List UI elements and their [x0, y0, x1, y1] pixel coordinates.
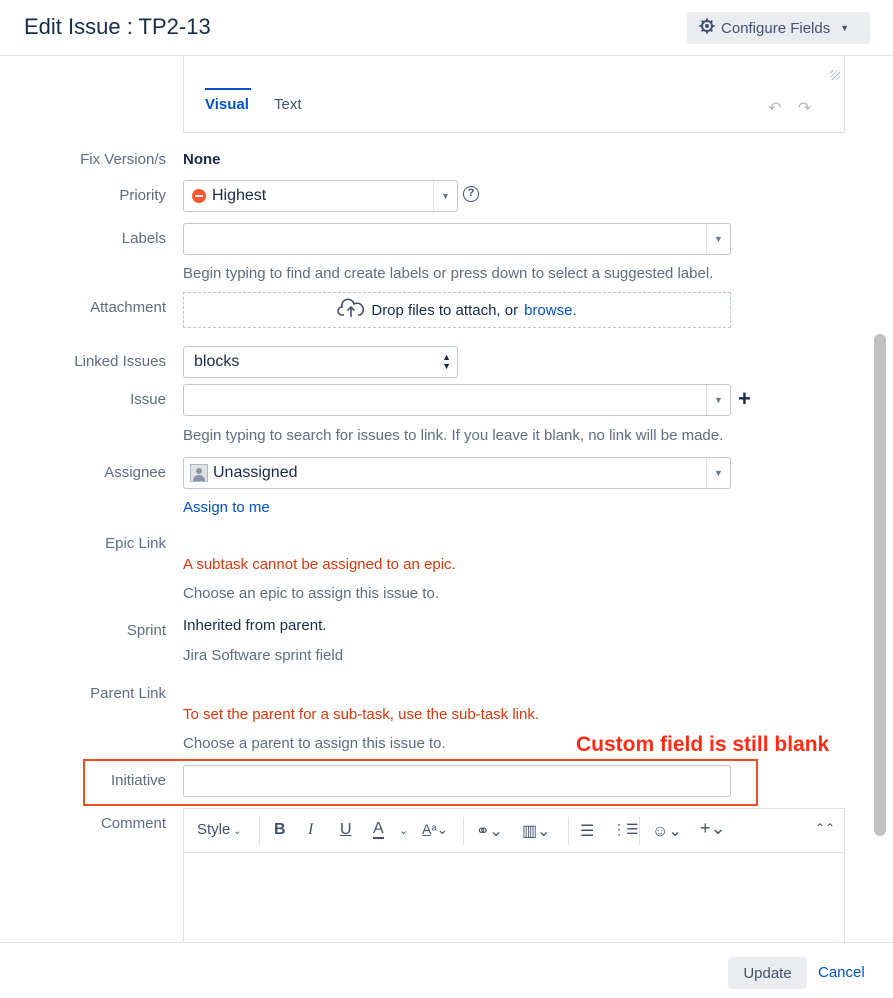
dialog-footer: Update Cancel [0, 942, 893, 998]
tab-visual[interactable]: Visual [205, 96, 249, 113]
issue-hint: Begin typing to search for issues to lin… [183, 427, 724, 444]
linked-issues-select[interactable]: blocks ▲ ▼ [183, 346, 458, 378]
issue-label: Issue [130, 391, 166, 408]
comment-label: Comment [100, 815, 166, 832]
insert-more-icon[interactable]: +⌄ [700, 818, 726, 839]
sprint-value: Inherited from parent. [183, 617, 327, 634]
toolbar-divider [259, 817, 260, 845]
description-editor[interactable]: Visual Text ↶ ↷ [183, 56, 845, 133]
scrollbar-thumb[interactable] [874, 334, 886, 836]
epic-link-hint: Choose an epic to assign this issue to. [183, 585, 439, 602]
chevron-down-icon[interactable]: ▼ [706, 385, 730, 415]
epic-link-error: A subtask cannot be assigned to an epic. [183, 556, 456, 573]
dialog-title: Edit Issue : TP2-13 [24, 14, 211, 39]
emoji-icon[interactable]: ☺⌄ [652, 821, 682, 841]
cloud-upload-icon [337, 298, 365, 322]
numbered-list-icon[interactable]: ⋮☰ [612, 821, 639, 838]
attachment-icon[interactable]: ▥⌄ [522, 821, 551, 841]
attachment-label: Attachment [90, 299, 166, 316]
chevron-down-icon[interactable]: ▼ [706, 224, 730, 254]
fix-version-value: None [183, 151, 221, 168]
tab-text[interactable]: Text [274, 96, 302, 113]
bold-icon[interactable]: B [274, 821, 286, 839]
epic-link-label: Epic Link [105, 535, 166, 552]
cancel-link[interactable]: Cancel [818, 964, 865, 981]
resize-handle[interactable] [830, 70, 840, 80]
link-icon[interactable]: ⚭⌄ [476, 821, 503, 841]
configure-fields-button[interactable]: Configure Fields ▼ [687, 12, 870, 44]
assignee-value: Unassigned [213, 464, 298, 481]
add-issue-link-button[interactable]: + [738, 386, 751, 412]
linked-issues-label: Linked Issues [74, 353, 166, 370]
priority-value: Highest [212, 187, 267, 204]
toolbar-divider [568, 817, 569, 845]
initiative-label: Initiative [110, 772, 166, 789]
issue-input[interactable]: ▼ [183, 384, 731, 416]
underline-icon[interactable]: U [340, 821, 352, 839]
select-arrows-icon: ▲ ▼ [442, 352, 451, 371]
sprint-label: Sprint [126, 622, 166, 639]
toolbar-divider [463, 817, 464, 845]
collapse-toolbar-icon[interactable]: ⌃⌃ [815, 821, 835, 835]
comment-editor[interactable]: Style ⌄ B I U A ⌄ A̲ᵃ⌄ ⚭⌄ ▥⌄ ☰ ⋮☰ ☺⌄ +⌄ … [183, 808, 845, 948]
priority-select[interactable]: Highest ▼ [183, 180, 458, 212]
avatar-icon [190, 464, 208, 482]
parent-link-label: Parent Link [90, 685, 166, 702]
chevron-down-icon: ▼ [840, 23, 850, 33]
style-label: Style [197, 821, 231, 838]
priority-label: Priority [119, 187, 166, 204]
assignee-label: Assignee [104, 464, 166, 481]
initiative-input[interactable] [183, 765, 731, 797]
fix-version-label: Fix Version/s [80, 151, 166, 168]
bullet-list-icon[interactable]: ☰ [580, 821, 594, 841]
attachment-dropzone[interactable]: Drop files to attach, or browse. [183, 292, 731, 328]
comment-toolbar: Style ⌄ B I U A ⌄ A̲ᵃ⌄ ⚭⌄ ▥⌄ ☰ ⋮☰ ☺⌄ +⌄ … [184, 809, 844, 853]
labels-label: Labels [121, 230, 166, 247]
parent-link-error: To set the parent for a sub-task, use th… [183, 706, 540, 723]
linked-issues-value: blocks [194, 353, 240, 370]
undo-icon[interactable]: ↶ [768, 98, 781, 118]
help-icon[interactable]: ? [463, 186, 479, 202]
italic-icon[interactable]: I [308, 821, 313, 839]
dialog-header: Edit Issue : TP2-13 Configure Fields ▼ [0, 0, 893, 56]
browse-link[interactable]: browse. [524, 302, 577, 319]
chevron-down-icon[interactable]: ▼ [706, 458, 730, 488]
drop-text: Drop files to attach, or [371, 301, 519, 319]
chevron-down-icon[interactable]: ⌄ [399, 824, 408, 837]
toolbar-divider [639, 817, 640, 845]
gear-icon [699, 18, 715, 38]
assignee-select[interactable]: Unassigned ▼ [183, 457, 731, 489]
configure-fields-label: Configure Fields [721, 19, 831, 37]
active-tab-indicator [205, 88, 251, 90]
redo-icon[interactable]: ↷ [798, 98, 811, 118]
labels-input[interactable]: ▼ [183, 223, 731, 255]
text-effects-icon[interactable]: A̲ᵃ⌄ [422, 821, 448, 838]
priority-highest-icon [192, 189, 206, 203]
parent-link-hint: Choose a parent to assign this issue to. [183, 735, 446, 752]
update-button[interactable]: Update [728, 957, 807, 989]
labels-hint: Begin typing to find and create labels o… [183, 265, 714, 282]
text-color-icon[interactable]: A [373, 821, 384, 839]
annotation-callout: Custom field is still blank [576, 733, 830, 756]
assign-to-me-link[interactable]: Assign to me [183, 499, 270, 516]
style-dropdown[interactable]: Style ⌄ [197, 821, 242, 838]
sprint-hint: Jira Software sprint field [183, 647, 344, 664]
chevron-down-icon[interactable]: ▼ [433, 181, 457, 211]
